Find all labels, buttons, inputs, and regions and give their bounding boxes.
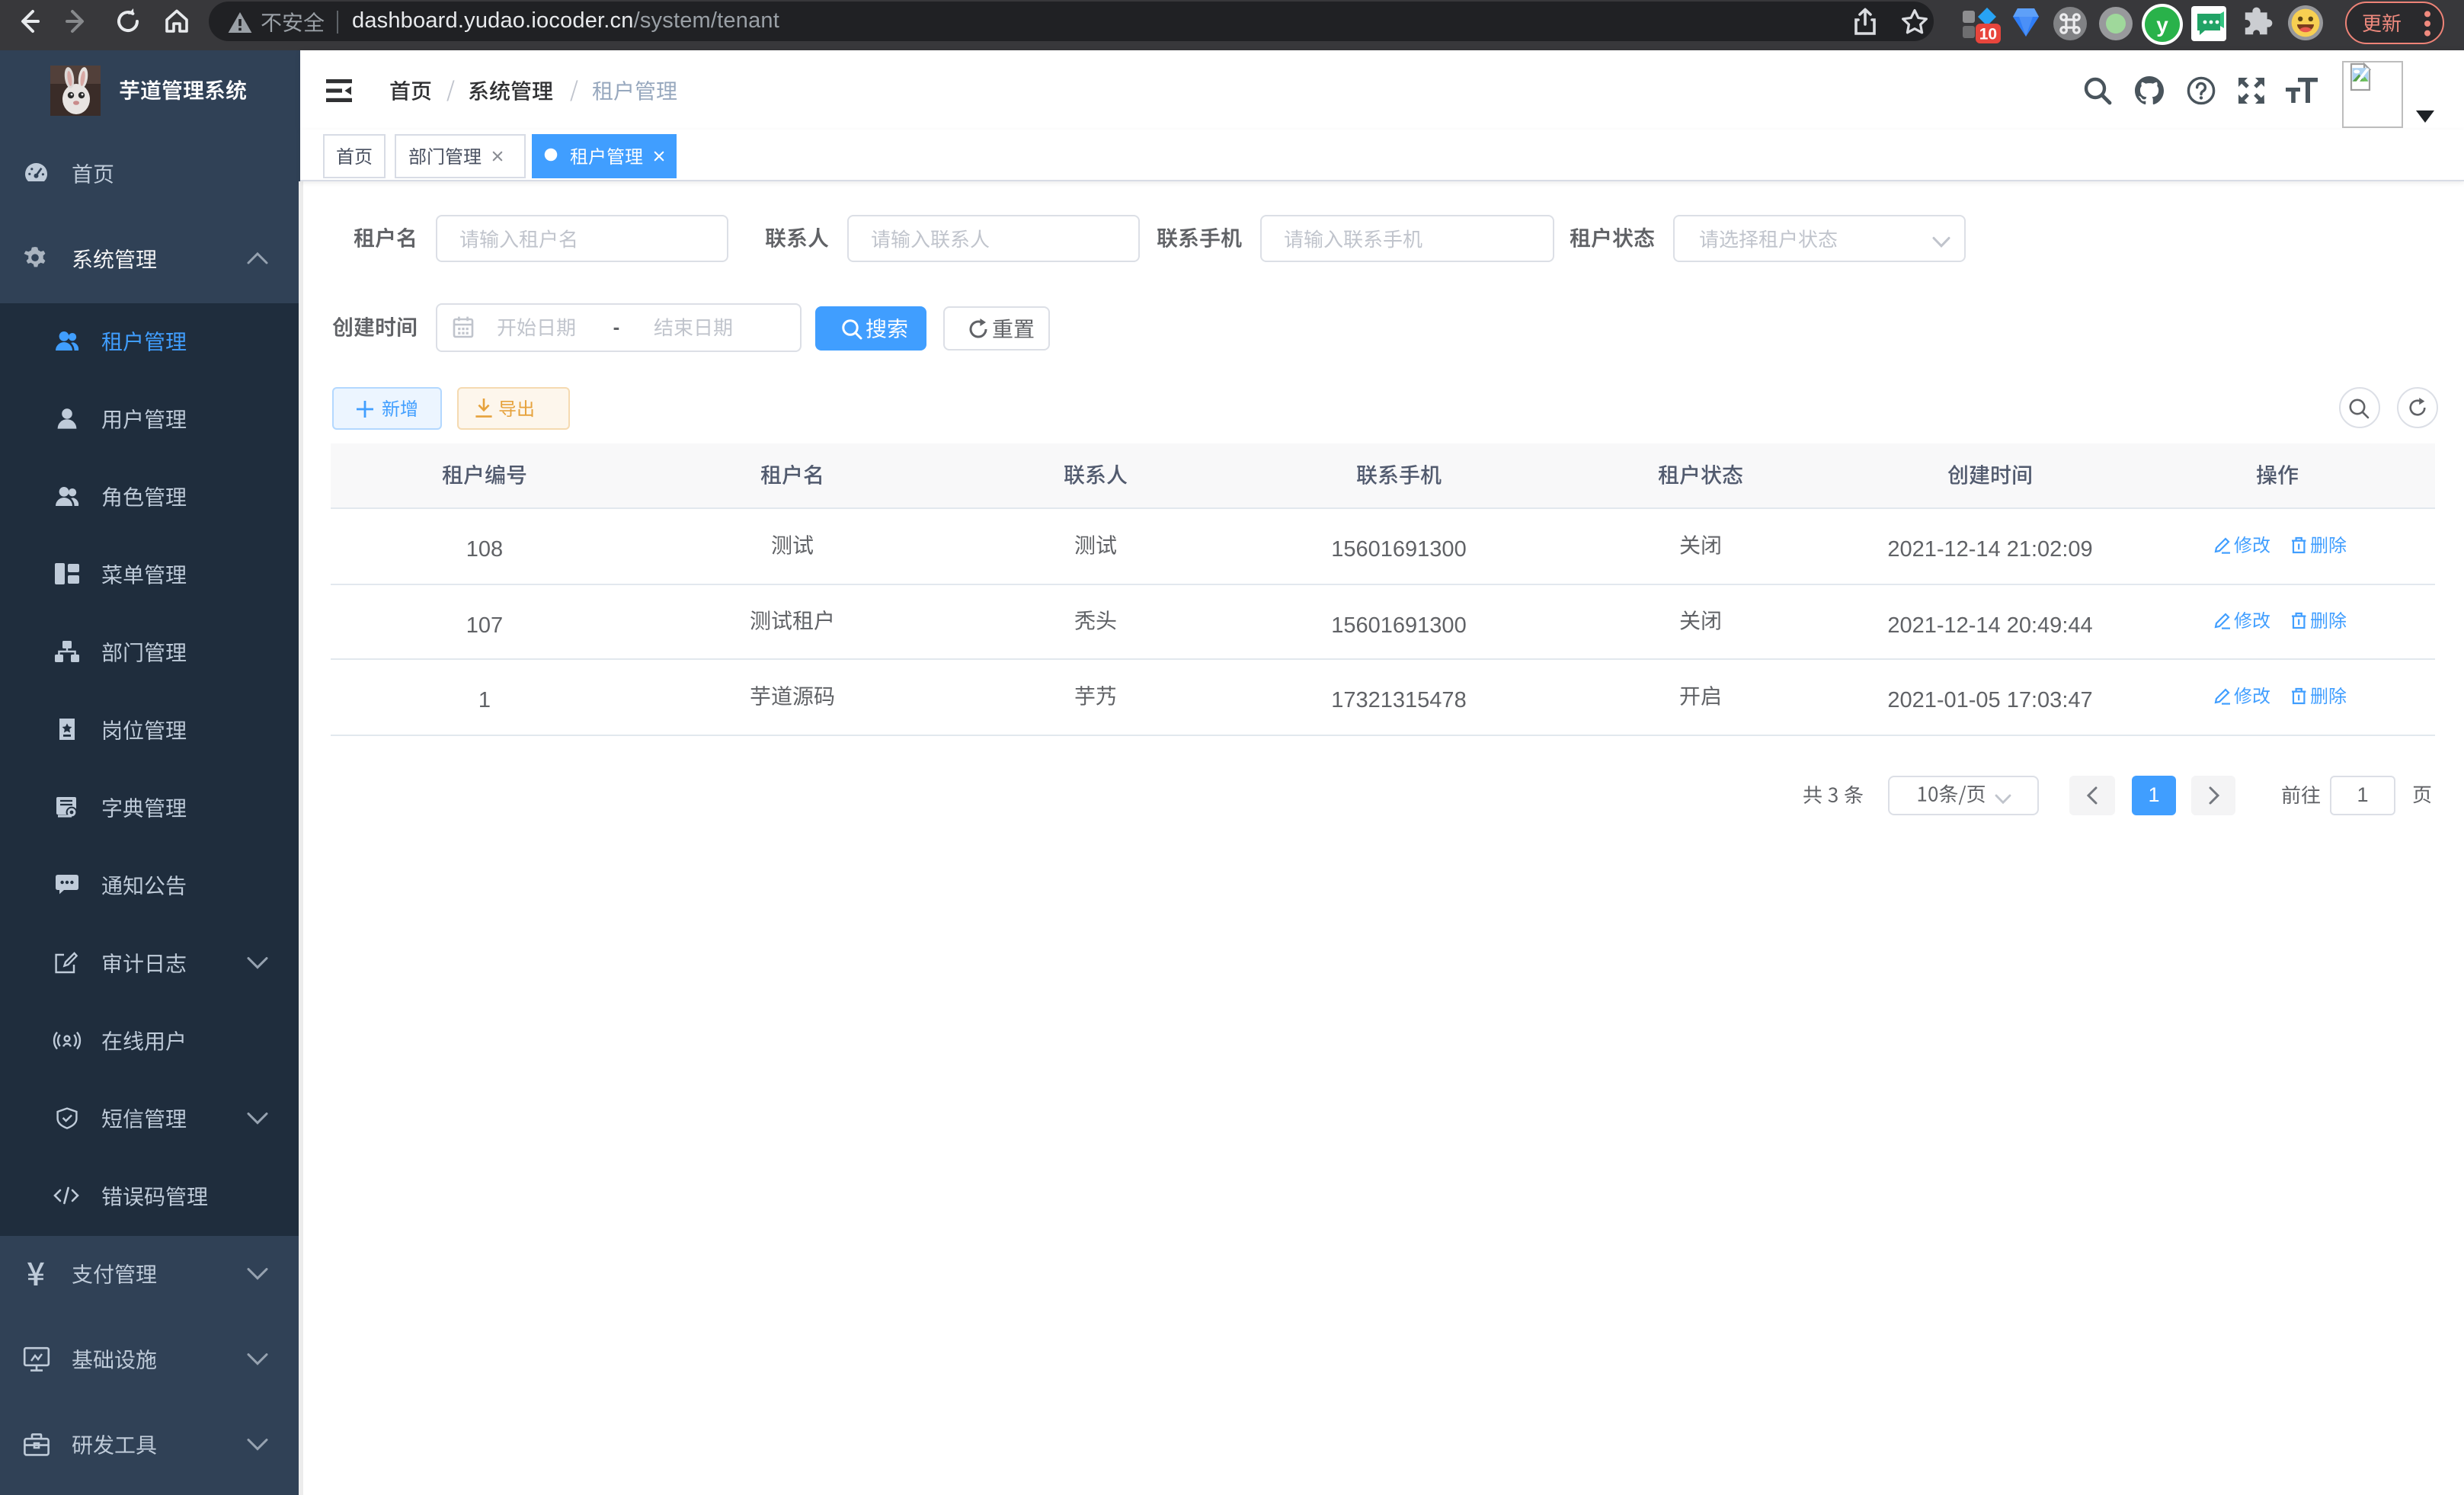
svg-text:y: y bbox=[2156, 13, 2168, 37]
svg-text:10: 10 bbox=[1979, 25, 1997, 43]
